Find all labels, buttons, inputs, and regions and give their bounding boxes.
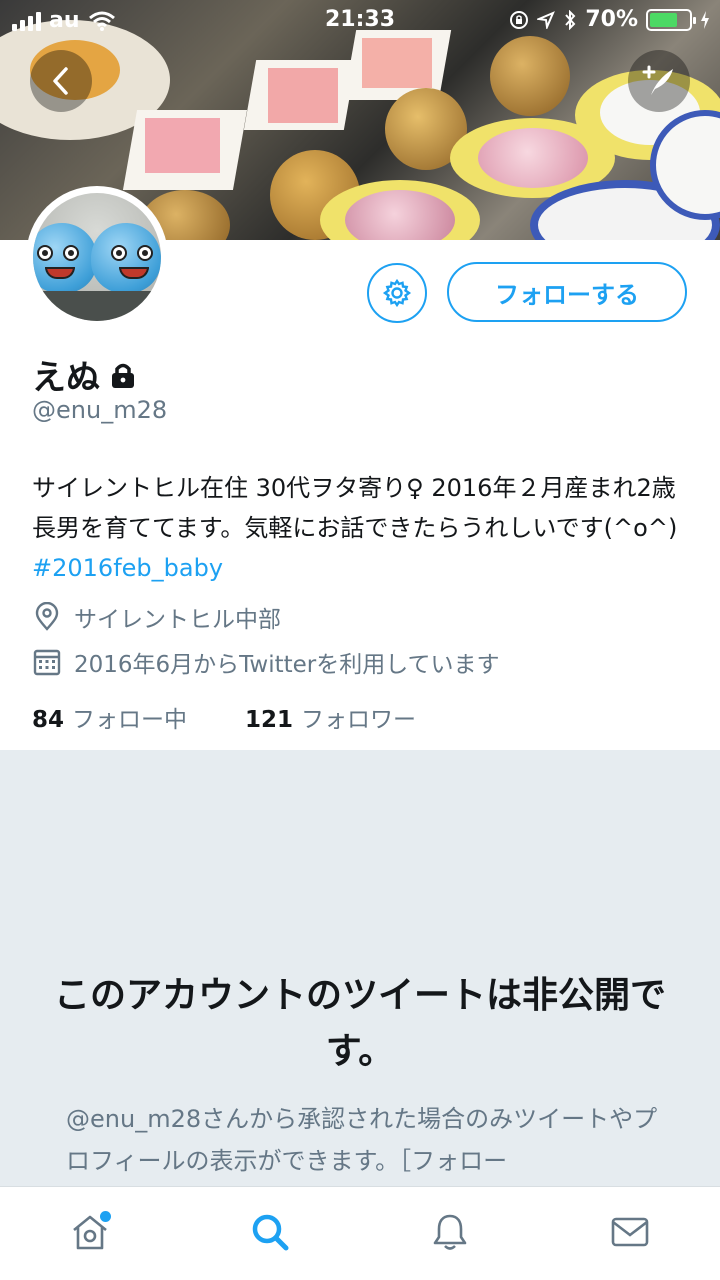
protected-notice: このアカウントのツイートは非公開です。 @enu_m28さんから承認された場合の… xyxy=(0,750,720,1186)
lock-icon xyxy=(112,363,134,388)
charging-icon xyxy=(701,10,709,29)
tab-messages[interactable] xyxy=(600,1207,660,1257)
protected-body: @enu_m28さんから承認された場合のみツイートやプロフィールの表示ができます… xyxy=(66,1105,658,1175)
followers-count: 121 xyxy=(245,707,294,733)
location-arrow-icon xyxy=(537,10,556,29)
bluetooth-icon xyxy=(565,9,576,30)
gear-icon xyxy=(382,278,412,308)
status-bar: au 21:33 70% xyxy=(0,0,720,40)
tab-notifications[interactable] xyxy=(420,1207,480,1257)
follow-counts: 84 フォロー中 121 フォロワー xyxy=(32,700,416,734)
user-handle: @enu_m28 xyxy=(32,396,168,424)
profile-avatar[interactable] xyxy=(26,186,168,328)
back-icon xyxy=(53,67,68,95)
calendar-icon xyxy=(33,649,61,676)
display-name-row: えぬ xyxy=(32,350,136,399)
display-name: えぬ xyxy=(32,358,100,398)
battery-percent: 70% xyxy=(585,7,638,32)
follow-button[interactable]: フォローする xyxy=(447,262,687,322)
following-count: 84 xyxy=(32,707,65,733)
back-button[interactable] xyxy=(30,50,92,112)
rotation-lock-icon xyxy=(510,10,529,29)
tab-search[interactable] xyxy=(240,1207,300,1257)
tab-bar xyxy=(0,1186,720,1280)
location-row: サイレントヒル中部 xyxy=(32,600,281,634)
following-label: フォロー中 xyxy=(72,707,188,733)
battery-icon xyxy=(646,8,696,31)
bio-text: サイレントヒル在住 30代ヲタ寄り♀ 2016年２月産まれ2歳長男を育ててます。… xyxy=(32,474,678,542)
following-link[interactable]: 84 フォロー中 xyxy=(32,700,187,734)
joined-text: 2016年6月からTwitterを利用しています xyxy=(74,652,500,678)
followers-link[interactable]: 121 フォロワー xyxy=(245,700,416,734)
joined-row: 2016年6月からTwitterを利用しています xyxy=(32,645,500,679)
profile-bio: サイレントヒル在住 30代ヲタ寄り♀ 2016年２月産まれ2歳長男を育ててます。… xyxy=(32,468,692,588)
compose-icon xyxy=(642,65,673,95)
bell-icon xyxy=(433,1214,467,1250)
protected-title: このアカウントのツイートは非公開です。 xyxy=(53,975,666,1072)
location-icon xyxy=(35,602,59,631)
compose-button[interactable] xyxy=(628,50,690,112)
bio-hashtag-link[interactable]: #2016feb_baby xyxy=(32,554,223,582)
tab-home[interactable] xyxy=(60,1207,120,1257)
search-icon xyxy=(252,1214,289,1251)
home-notification-dot xyxy=(100,1211,111,1222)
settings-button[interactable] xyxy=(367,263,427,323)
followers-label: フォロワー xyxy=(301,707,417,733)
location-text: サイレントヒル中部 xyxy=(74,607,281,633)
mail-icon xyxy=(611,1217,649,1247)
